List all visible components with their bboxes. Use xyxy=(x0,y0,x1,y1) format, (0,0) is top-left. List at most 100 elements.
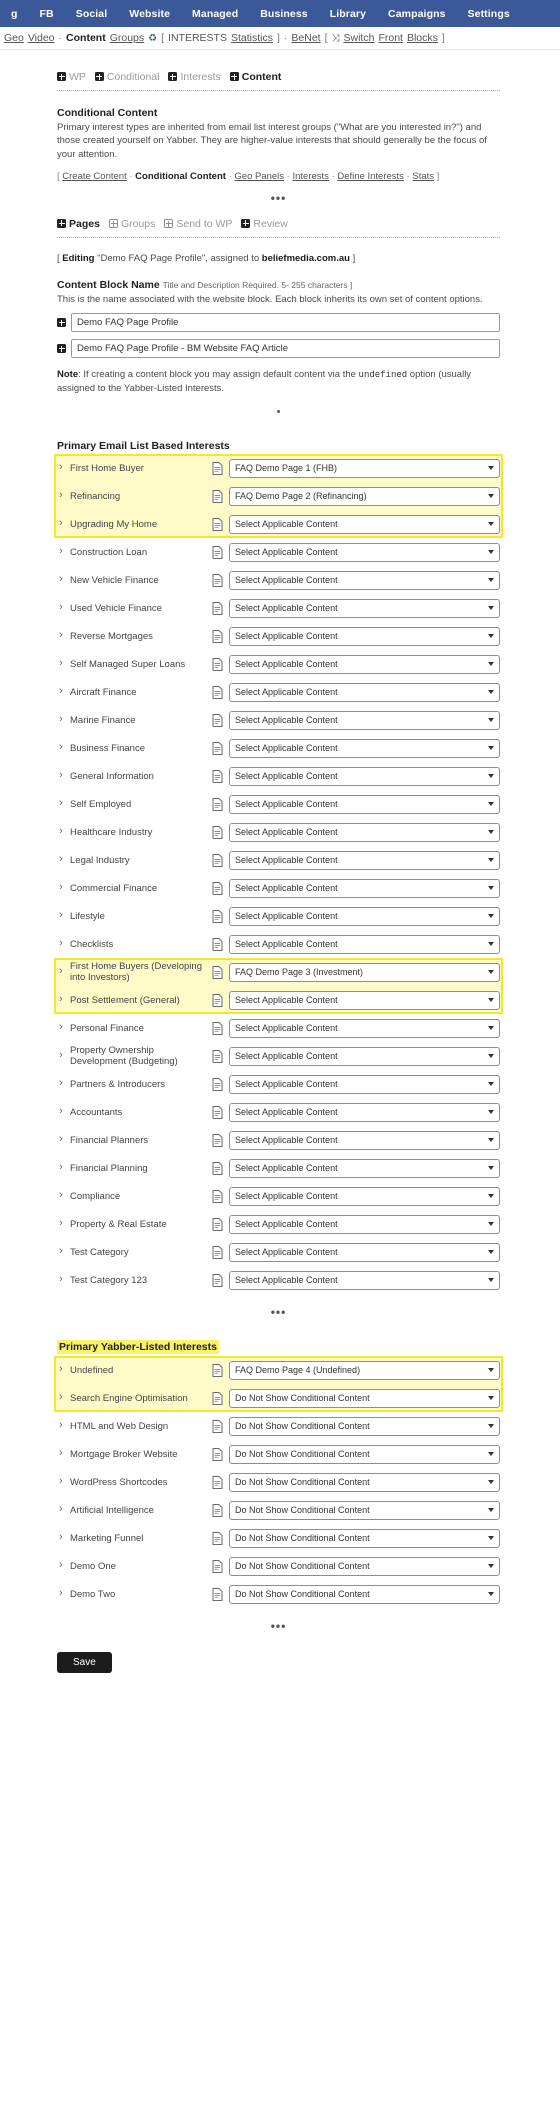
document-icon[interactable] xyxy=(212,825,223,839)
content-select[interactable]: Do Not Show Conditional Content xyxy=(229,1416,500,1436)
document-icon[interactable] xyxy=(212,1077,223,1091)
breadcrumb-item-blocks[interactable]: Blocks xyxy=(407,32,438,44)
document-icon[interactable] xyxy=(212,1503,223,1517)
content-select[interactable]: Select Applicable Content xyxy=(229,878,500,898)
tab-interests[interactable]: Interests xyxy=(168,71,221,83)
tab-content[interactable]: Content xyxy=(229,71,281,83)
nav-item-g[interactable]: g xyxy=(0,8,29,20)
document-icon[interactable] xyxy=(212,713,223,727)
breadcrumb-item-video[interactable]: Video xyxy=(28,32,55,44)
interest-label[interactable]: Search Engine Optimisation xyxy=(57,1393,212,1404)
document-icon[interactable] xyxy=(212,489,223,503)
interest-label[interactable]: Checklists xyxy=(57,939,212,950)
document-icon[interactable] xyxy=(212,1559,223,1573)
interest-label[interactable]: Aircraft Finance xyxy=(57,687,212,698)
interest-label[interactable]: Self Employed xyxy=(57,799,212,810)
block-description-input[interactable] xyxy=(71,339,500,359)
document-icon[interactable] xyxy=(212,1363,223,1377)
content-select[interactable]: FAQ Demo Page 4 (Undefined) xyxy=(229,1360,500,1380)
tab-conditional[interactable]: Conditional xyxy=(94,71,159,83)
content-select[interactable]: FAQ Demo Page 2 (Refinancing) xyxy=(229,486,500,506)
content-select[interactable]: Select Applicable Content xyxy=(229,738,500,758)
content-select[interactable]: Select Applicable Content xyxy=(229,626,500,646)
content-select[interactable]: Select Applicable Content xyxy=(229,542,500,562)
document-icon[interactable] xyxy=(212,1447,223,1461)
interest-label[interactable]: First Home Buyer xyxy=(57,463,212,474)
content-select[interactable]: Select Applicable Content xyxy=(229,570,500,590)
interest-label[interactable]: First Home Buyers (Developing into Inves… xyxy=(57,961,212,984)
nav-item-managed[interactable]: Managed xyxy=(181,8,249,20)
content-select[interactable]: Select Applicable Content xyxy=(229,1242,500,1262)
nav-item-social[interactable]: Social xyxy=(65,8,119,20)
content-select[interactable]: Select Applicable Content xyxy=(229,1018,500,1038)
content-select[interactable]: Select Applicable Content xyxy=(229,654,500,674)
document-icon[interactable] xyxy=(212,1475,223,1489)
interest-label[interactable]: Refinancing xyxy=(57,491,212,502)
breadcrumb-item-interests[interactable]: INTERESTS xyxy=(168,32,227,44)
interest-label[interactable]: Construction Loan xyxy=(57,547,212,558)
interest-label[interactable]: Post Settlement (General) xyxy=(57,995,212,1006)
document-icon[interactable] xyxy=(212,909,223,923)
content-select[interactable]: Select Applicable Content xyxy=(229,934,500,954)
save-button[interactable]: Save xyxy=(57,1652,112,1674)
interest-label[interactable]: Financial Planning xyxy=(57,1163,212,1174)
interest-label[interactable]: Healthcare Industry xyxy=(57,827,212,838)
interest-label[interactable]: Property Ownership Development (Budgetin… xyxy=(57,1045,212,1068)
plus-box-icon[interactable] xyxy=(57,344,66,354)
interest-label[interactable]: Accountants xyxy=(57,1107,212,1118)
content-select[interactable]: Select Applicable Content xyxy=(229,1158,500,1178)
content-select[interactable]: Select Applicable Content xyxy=(229,1074,500,1094)
nav-item-fb[interactable]: FB xyxy=(29,8,65,20)
content-select[interactable]: Select Applicable Content xyxy=(229,794,500,814)
interest-label[interactable]: Financial Planners xyxy=(57,1135,212,1146)
interest-label[interactable]: Personal Finance xyxy=(57,1023,212,1034)
document-icon[interactable] xyxy=(212,1105,223,1119)
document-icon[interactable] xyxy=(212,993,223,1007)
document-icon[interactable] xyxy=(212,741,223,755)
interest-label[interactable]: Self Managed Super Loans xyxy=(57,659,212,670)
document-icon[interactable] xyxy=(212,1217,223,1231)
content-select[interactable]: Select Applicable Content xyxy=(229,990,500,1010)
link-conditional-content[interactable]: Conditional Content xyxy=(135,171,226,182)
interest-label[interactable]: Demo Two xyxy=(57,1589,212,1600)
content-select[interactable]: Do Not Show Conditional Content xyxy=(229,1388,500,1408)
content-select[interactable]: Do Not Show Conditional Content xyxy=(229,1528,500,1548)
link-define-interests[interactable]: Define Interests xyxy=(337,171,404,182)
interest-label[interactable]: Demo One xyxy=(57,1561,212,1572)
interest-label[interactable]: Commercial Finance xyxy=(57,883,212,894)
content-select[interactable]: Select Applicable Content xyxy=(229,1186,500,1206)
content-select[interactable]: Select Applicable Content xyxy=(229,1270,500,1290)
document-icon[interactable] xyxy=(212,1189,223,1203)
document-icon[interactable] xyxy=(212,1049,223,1063)
content-select[interactable]: Select Applicable Content xyxy=(229,682,500,702)
interest-label[interactable]: Marine Finance xyxy=(57,715,212,726)
interest-label[interactable]: Test Category 123 xyxy=(57,1275,212,1286)
interest-label[interactable]: Lifestyle xyxy=(57,911,212,922)
document-icon[interactable] xyxy=(212,1021,223,1035)
content-select[interactable]: Do Not Show Conditional Content xyxy=(229,1472,500,1492)
interest-label[interactable]: Marketing Funnel xyxy=(57,1533,212,1544)
interest-label[interactable]: Reverse Mortgages xyxy=(57,631,212,642)
tab-wp[interactable]: WP xyxy=(57,71,86,83)
document-icon[interactable] xyxy=(212,657,223,671)
link-create-content[interactable]: Create Content xyxy=(62,171,126,182)
nav-item-website[interactable]: Website xyxy=(118,8,181,20)
document-icon[interactable] xyxy=(212,545,223,559)
interest-label[interactable]: Partners & Introducers xyxy=(57,1079,212,1090)
interest-label[interactable]: Used Vehicle Finance xyxy=(57,603,212,614)
interest-label[interactable]: HTML and Web Design xyxy=(57,1421,212,1432)
interest-label[interactable]: Mortgage Broker Website xyxy=(57,1449,212,1460)
tab-pages[interactable]: Pages xyxy=(57,218,100,230)
content-select[interactable]: Select Applicable Content xyxy=(229,1214,500,1234)
document-icon[interactable] xyxy=(212,1587,223,1601)
interest-label[interactable]: Undefined xyxy=(57,1365,212,1376)
document-icon[interactable] xyxy=(212,1391,223,1405)
content-select[interactable]: Select Applicable Content xyxy=(229,822,500,842)
document-icon[interactable] xyxy=(212,1161,223,1175)
interest-label[interactable]: Upgrading My Home xyxy=(57,519,212,530)
interest-label[interactable]: New Vehicle Finance xyxy=(57,575,212,586)
block-title-input[interactable] xyxy=(71,313,500,333)
tab-groups[interactable]: Groups xyxy=(108,218,155,230)
content-select[interactable]: Select Applicable Content xyxy=(229,710,500,730)
switch-icon[interactable]: ⤨ xyxy=(332,33,340,44)
